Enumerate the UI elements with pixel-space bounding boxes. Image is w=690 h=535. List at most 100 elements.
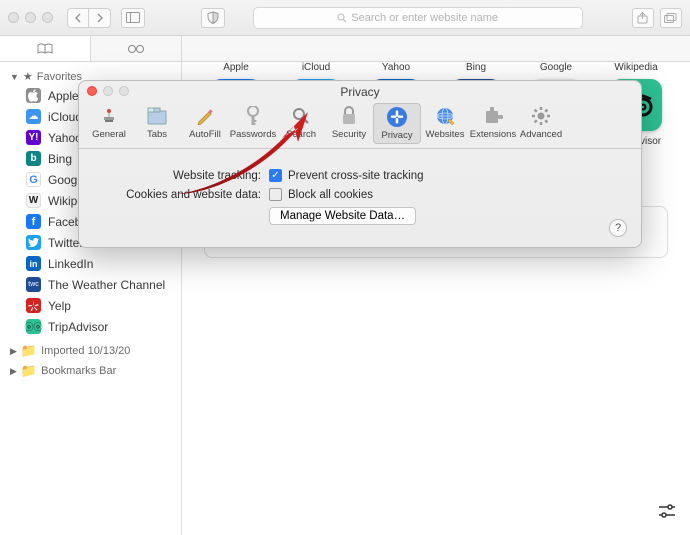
prefs-tab-advanced[interactable]: Advanced bbox=[517, 103, 565, 144]
prefs-tab-label: Security bbox=[332, 129, 366, 140]
prevent-tracking-checkbox[interactable] bbox=[269, 169, 282, 182]
max-dot-icon[interactable] bbox=[42, 12, 53, 23]
prefs-tab-label: General bbox=[92, 129, 126, 140]
prefs-tab-label: Tabs bbox=[147, 129, 167, 140]
prefs-tab-label: AutoFill bbox=[189, 129, 221, 140]
prefs-tab-general[interactable]: General bbox=[85, 103, 133, 144]
prefs-tab-tabs[interactable]: Tabs bbox=[133, 103, 181, 144]
prevent-tracking-label: Prevent cross-site tracking bbox=[288, 170, 424, 182]
favicon-icon: W bbox=[26, 193, 41, 208]
tracking-field-label: Website tracking: bbox=[97, 170, 269, 182]
glasses-icon bbox=[127, 44, 145, 54]
favicon-icon: in bbox=[26, 256, 41, 271]
favorite-label: Google bbox=[530, 62, 582, 73]
imported-label: Imported 10/13/20 bbox=[41, 345, 130, 357]
sidebar-toggle-button[interactable] bbox=[121, 8, 145, 28]
favicon-icon bbox=[26, 298, 41, 313]
zoom-button bbox=[119, 86, 129, 96]
prefs-tab-label: Search bbox=[286, 129, 316, 140]
prefs-tab-label: Advanced bbox=[520, 129, 562, 140]
favorite-label: Yahoo bbox=[370, 62, 422, 73]
autofill-icon bbox=[194, 105, 216, 127]
forward-button[interactable] bbox=[89, 8, 111, 28]
sidebar-item[interactable]: Yelp bbox=[0, 295, 181, 316]
search-icon bbox=[290, 105, 312, 127]
sidebar-item-label: Bing bbox=[48, 152, 72, 166]
prefs-title: Privacy bbox=[79, 85, 641, 99]
favorite-label: iCloud bbox=[290, 62, 342, 73]
bookmarksbar-label: Bookmarks Bar bbox=[41, 365, 116, 377]
favicon-icon: Y! bbox=[26, 130, 41, 145]
favicon-icon: twc bbox=[26, 277, 41, 292]
advanced-icon bbox=[530, 105, 552, 127]
privacy-shield-button[interactable] bbox=[201, 8, 225, 28]
prefs-tab-label: Extensions bbox=[470, 129, 516, 140]
general-icon bbox=[98, 105, 120, 127]
sidebar-item-label: iCloud bbox=[48, 110, 82, 124]
prefs-toolbar: General Tabs AutoFill Passwords Search Securi… bbox=[79, 101, 641, 149]
prefs-tab-label: Websites bbox=[426, 129, 465, 140]
tabs-icon bbox=[146, 105, 168, 127]
imported-section-header[interactable]: ▶ 📁 Imported 10/13/20 bbox=[0, 341, 181, 361]
passwords-icon bbox=[242, 105, 264, 127]
prefs-tab-search[interactable]: Search bbox=[277, 103, 325, 144]
prefs-tab-privacy[interactable]: Privacy bbox=[373, 103, 421, 144]
sidebar-item-label: Yahoo bbox=[48, 131, 82, 145]
favicon-icon bbox=[26, 235, 41, 250]
sidebar-item[interactable]: in LinkedIn bbox=[0, 253, 181, 274]
prefs-tab-extensions[interactable]: Extensions bbox=[469, 103, 517, 144]
folder-icon: 📁 bbox=[21, 343, 37, 359]
favorite-label: Bing bbox=[450, 62, 502, 73]
book-icon bbox=[37, 43, 53, 55]
share-button[interactable] bbox=[632, 8, 654, 28]
favicon-icon: b bbox=[26, 151, 41, 166]
prefs-tab-label: Passwords bbox=[230, 129, 276, 140]
prefs-tab-security[interactable]: Security bbox=[325, 103, 373, 144]
sidebar-item[interactable]: ⓞⓞ TripAdvisor bbox=[0, 316, 181, 337]
window-traffic-lights bbox=[8, 12, 53, 23]
address-bar[interactable]: Search or enter website name bbox=[253, 7, 583, 29]
close-dot-icon[interactable] bbox=[8, 12, 19, 23]
prefs-tab-autofill[interactable]: AutoFill bbox=[181, 103, 229, 144]
close-button[interactable] bbox=[87, 86, 97, 96]
readinglist-mode-button[interactable] bbox=[91, 36, 182, 61]
address-placeholder: Search or enter website name bbox=[351, 12, 498, 24]
prefs-tab-passwords[interactable]: Passwords bbox=[229, 103, 277, 144]
tabs-button[interactable] bbox=[660, 8, 682, 28]
favicon-icon: G bbox=[26, 172, 41, 187]
chevron-right-icon: ▶ bbox=[10, 346, 17, 357]
bookmarks-mode-button[interactable] bbox=[0, 36, 91, 61]
security-icon bbox=[338, 105, 360, 127]
favorite-label: Wikipedia bbox=[610, 62, 662, 73]
search-icon bbox=[337, 13, 347, 23]
sidebar-item-label: Apple bbox=[48, 89, 79, 103]
bookmarksbar-section-header[interactable]: ▶ 📁 Bookmarks Bar bbox=[0, 361, 181, 381]
sidebar-item-label: The Weather Channel bbox=[48, 278, 165, 292]
block-cookies-checkbox[interactable] bbox=[269, 188, 282, 201]
privacy-icon bbox=[386, 106, 408, 128]
min-dot-icon[interactable] bbox=[25, 12, 36, 23]
cookies-field-label: Cookies and website data: bbox=[97, 189, 269, 201]
help-button[interactable]: ? bbox=[609, 219, 627, 237]
nav-buttons bbox=[67, 8, 111, 28]
favicon-icon bbox=[26, 88, 41, 103]
favicon-icon: f bbox=[26, 214, 41, 229]
websites-icon bbox=[434, 105, 456, 127]
favorite-label: Apple bbox=[210, 62, 262, 73]
prefs-tab-websites[interactable]: Websites bbox=[421, 103, 469, 144]
back-button[interactable] bbox=[67, 8, 89, 28]
block-cookies-label: Block all cookies bbox=[288, 189, 373, 201]
sidebar-item-label: LinkedIn bbox=[48, 257, 93, 271]
sidebar-item[interactable]: twc The Weather Channel bbox=[0, 274, 181, 295]
extensions-icon bbox=[482, 105, 504, 127]
manage-website-data-button[interactable]: Manage Website Data… bbox=[269, 207, 416, 225]
favicon-icon: ☁ bbox=[26, 109, 41, 124]
sidebar-item-label: TripAdvisor bbox=[48, 320, 108, 334]
window-toolbar: Search or enter website name bbox=[0, 0, 690, 36]
prefs-tab-label: Privacy bbox=[381, 130, 412, 141]
chevron-right-icon: ▶ bbox=[10, 366, 17, 377]
favorites-label: Favorites bbox=[37, 71, 82, 83]
page-settings-button[interactable] bbox=[658, 504, 676, 523]
favicon-icon: ⓞⓞ bbox=[26, 319, 41, 334]
star-icon: ★ bbox=[23, 70, 33, 83]
